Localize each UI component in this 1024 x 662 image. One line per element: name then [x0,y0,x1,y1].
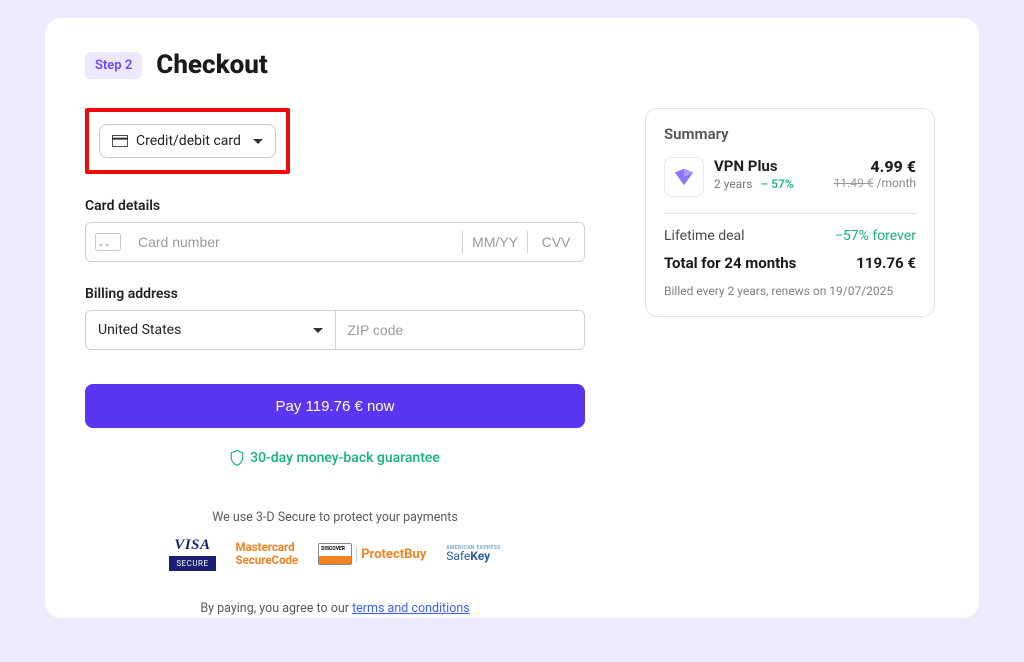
checkout-card: Step 2 Checkout Credit/debit card Card d… [45,18,979,618]
secure-note: We use 3-D Secure to protect your paymen… [85,510,585,525]
discover-card-icon [318,543,352,565]
card-expiry-input[interactable] [463,223,527,261]
terms-line: By paying, you agree to our terms and co… [85,601,585,616]
zip-input[interactable] [336,311,585,349]
step-badge: Step 2 [85,52,142,79]
discover-protectbuy-badge: ProtectBuy [318,543,426,565]
summary-footer: Billed every 2 years, renews on 19/07/20… [664,284,916,298]
plan-icon [664,157,704,197]
plan-row: VPN Plus 2 years – 57% 4.99 € 11.49 €/mo… [664,157,916,197]
country-select[interactable]: United States [86,311,336,349]
payment-method-select[interactable]: Credit/debit card [99,124,276,158]
card-input-group [85,222,585,262]
chevron-down-icon [313,328,323,333]
billing-row: United States [85,310,585,350]
plan-old-price: 11.49 € [834,176,874,190]
credit-card-icon [112,135,128,147]
terms-prefix: By paying, you agree to our [200,601,352,616]
terms-link[interactable]: terms and conditions [352,601,470,616]
plan-discount: – 57% [760,177,793,191]
plan-price: 4.99 € [834,157,916,176]
card-details-label: Card details [85,198,585,214]
country-value: United States [98,322,181,338]
card-number-input[interactable] [130,223,462,261]
header: Step 2 Checkout [85,50,939,80]
total-line: Total for 24 months 119.76 € [664,254,916,272]
plan-term: 2 years [714,177,752,191]
guarantee-text: 30-day money-back guarantee [250,450,440,466]
mastercard-securecode-badge: Mastercard SecureCode [236,541,299,567]
summary-panel: Summary VPN Plus 2 years – 57% 4.99 € [645,108,935,317]
visa-secure-badge: VISA SECURE [169,537,215,571]
billing-address-label: Billing address [85,286,585,302]
summary-divider [664,213,916,214]
guarantee-row: 30-day money-back guarantee [85,450,585,466]
plan-name: VPN Plus [714,157,824,175]
pay-button[interactable]: Pay 119.76 € now [85,384,585,428]
shield-icon [230,450,244,466]
page-title: Checkout [156,50,268,80]
chevron-down-icon [253,139,263,144]
plan-price-per: /month [877,176,916,190]
summary-title: Summary [664,125,916,143]
amex-safekey-badge: AMERICAN EXPRESS SafeKey [446,545,500,563]
payment-method-highlight: Credit/debit card [85,108,290,174]
card-cvv-input[interactable] [528,223,584,261]
payment-method-label: Credit/debit card [136,133,241,149]
card-number-icon [86,223,130,261]
lifetime-deal-line: Lifetime deal −57% forever [664,228,916,244]
security-badges: VISA SECURE Mastercard SecureCode Protec… [85,537,585,571]
